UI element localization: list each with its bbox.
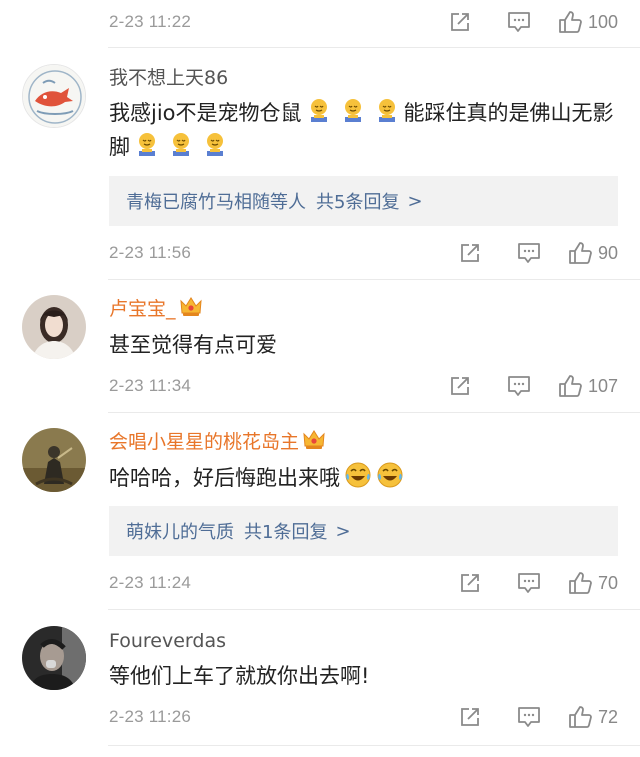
laugh-cry-emoji — [344, 461, 372, 489]
comment-meta-row: 2-23 11:56 90 — [109, 238, 618, 268]
share-button[interactable] — [459, 572, 481, 594]
reply-button[interactable] — [507, 375, 531, 397]
divider — [108, 412, 640, 413]
comment-time: 2-23 11:34 — [109, 376, 192, 395]
reply-button[interactable] — [507, 11, 531, 33]
reply-count: 共5条回复 — [316, 192, 400, 213]
share-icon — [451, 13, 469, 31]
crown-icon — [179, 297, 202, 323]
username[interactable]: 卢宝宝_ — [109, 297, 202, 323]
avatar[interactable] — [22, 295, 86, 359]
comment-time: 2-23 11:26 — [109, 707, 192, 726]
comment-text: 哈哈哈，好后悔跑出来哦 — [109, 461, 619, 495]
kneeling-emoji — [341, 98, 365, 124]
chevron-right-icon: > — [407, 190, 423, 212]
kneeling-emoji — [307, 98, 331, 124]
comment-icon — [508, 12, 530, 32]
comment-time: 2-23 11:22 — [109, 12, 192, 31]
like-count: 90 — [597, 242, 618, 263]
comment-icon — [508, 376, 530, 396]
like-button[interactable]: 70 — [568, 571, 618, 595]
thumbs-up-icon — [569, 572, 592, 594]
comment-meta-row: 2-23 11:22 100 — [109, 7, 618, 37]
share-icon — [451, 377, 469, 395]
reply-preview[interactable]: 萌妹儿的气质 共1条回复 > — [109, 506, 618, 556]
chevron-right-icon: > — [335, 520, 351, 542]
reply-suffix: 等人 — [270, 192, 306, 213]
share-button[interactable] — [459, 706, 481, 728]
reply-count: 共1条回复 — [244, 522, 328, 543]
kneeling-emoji — [135, 132, 159, 158]
divider — [108, 745, 640, 746]
username[interactable]: 会唱小星星的桃花岛主 — [109, 430, 325, 456]
comment-text: 等他们上车了就放你出去啊! — [109, 664, 370, 688]
reply-button[interactable] — [517, 706, 541, 728]
reply-button[interactable] — [517, 242, 541, 264]
comment-icon — [518, 707, 540, 727]
kneeling-emoji — [375, 98, 399, 124]
comment-text: 甚至觉得有点可爱 — [109, 333, 277, 357]
crown-icon — [303, 430, 325, 456]
reply-button[interactable] — [517, 572, 541, 594]
thumbs-up-icon — [569, 706, 592, 728]
comment-meta-row: 2-23 11:34 107 — [109, 371, 618, 401]
share-button[interactable] — [449, 11, 471, 33]
share-button[interactable] — [449, 375, 471, 397]
comment-text: 我感jio不是宠物仓鼠 能踩住真的是佛山无影脚 — [109, 96, 619, 164]
share-icon — [461, 244, 479, 262]
comment-meta-row: 2-23 11:26 72 — [109, 702, 618, 732]
divider — [108, 609, 640, 610]
like-count: 72 — [597, 706, 618, 727]
avatar[interactable] — [22, 428, 86, 492]
like-button[interactable]: 100 — [558, 10, 618, 34]
like-button[interactable]: 90 — [568, 241, 618, 265]
username[interactable]: 我不想上天86 — [109, 66, 228, 90]
like-button[interactable]: 107 — [558, 374, 618, 398]
comment-time: 2-23 11:24 — [109, 573, 192, 592]
thumbs-up-icon — [559, 11, 582, 33]
share-icon — [461, 708, 479, 726]
reply-author[interactable]: 青梅已腐竹马相随 — [126, 188, 270, 214]
like-count: 70 — [597, 572, 618, 593]
comment-actions: 100 — [449, 10, 618, 34]
username[interactable]: Foureverdas — [109, 629, 226, 653]
comment-time: 2-23 11:56 — [109, 243, 192, 262]
comment-actions: 90 — [459, 241, 618, 265]
like-count: 107 — [587, 375, 618, 396]
comment-meta-row: 2-23 11:24 70 — [109, 568, 618, 598]
comment-actions: 107 — [449, 374, 618, 398]
divider — [108, 47, 640, 48]
reply-author[interactable]: 萌妹儿的气质 — [126, 518, 234, 544]
like-count: 100 — [587, 11, 618, 32]
like-button[interactable]: 72 — [568, 705, 618, 729]
thumbs-up-icon — [559, 375, 582, 397]
divider — [108, 279, 640, 280]
kneeling-emoji — [169, 132, 193, 158]
share-button[interactable] — [459, 242, 481, 264]
avatar[interactable] — [22, 626, 86, 690]
comment-actions: 70 — [459, 571, 618, 595]
avatar[interactable] — [22, 64, 86, 128]
kneeling-emoji — [203, 132, 227, 158]
reply-preview[interactable]: 青梅已腐竹马相随 等人 共5条回复 > — [109, 176, 618, 226]
comment-icon — [518, 243, 540, 263]
laugh-cry-emoji — [376, 461, 404, 489]
share-icon — [461, 574, 479, 592]
comment-icon — [518, 573, 540, 593]
comment-actions: 72 — [459, 705, 618, 729]
thumbs-up-icon — [569, 242, 592, 264]
